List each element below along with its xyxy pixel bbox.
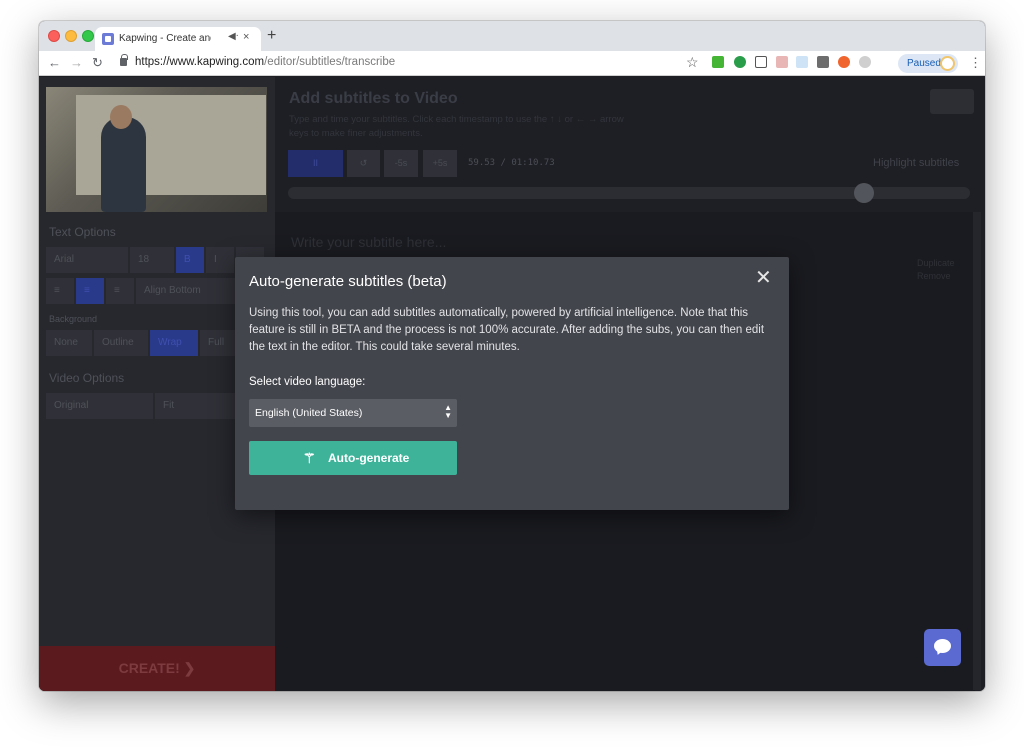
text-options-heading: Text Options <box>49 225 116 239</box>
auto-generate-modal: Auto-generate subtitles (beta) ✕ Using t… <box>235 257 789 510</box>
subtitle-input[interactable]: Write your subtitle here... <box>291 234 446 250</box>
new-tab-button[interactable]: + <box>267 27 276 45</box>
speaker-icon[interactable]: ◀ᐧ <box>228 31 238 42</box>
close-window-button[interactable] <box>48 30 60 42</box>
chat-bubble-icon <box>934 639 951 653</box>
kapwing-favicon-icon <box>102 33 114 45</box>
tab-close-button[interactable]: × <box>243 31 249 43</box>
font-size-select[interactable]: 18 <box>130 247 174 273</box>
font-select[interactable]: Arial <box>46 247 128 273</box>
address-bar[interactable]: https://www.kapwing.com/editor/subtitles… <box>135 56 395 68</box>
align-left-icon[interactable]: ≡ <box>46 278 74 304</box>
remove-link[interactable]: Remove <box>917 270 955 283</box>
minimize-window-button[interactable] <box>65 30 77 42</box>
profile-paused-button[interactable]: Paused <box>898 54 958 73</box>
evernote-icon[interactable] <box>734 56 746 68</box>
scrollbar[interactable] <box>973 212 981 690</box>
person-image <box>101 117 146 212</box>
plus-5s-button[interactable]: +5s <box>423 150 457 177</box>
address-toolbar: ← → ↻ https://www.kapwing.com/editor/sub… <box>39 51 985 76</box>
paused-label: Paused <box>907 58 941 69</box>
time-total: / 01:10.73 <box>495 158 555 168</box>
extension-icon[interactable] <box>776 56 788 68</box>
auto-generate-label: Auto-generate <box>328 451 410 465</box>
highlight-subtitles-toggle[interactable]: Highlight subtitles <box>873 157 959 169</box>
bg-outline-button[interactable]: Outline <box>94 330 148 356</box>
extension-icon[interactable] <box>838 56 850 68</box>
url-host: https://www.kapwing.com <box>135 56 265 68</box>
reload-icon[interactable]: ↻ <box>92 55 103 71</box>
page-description: Type and time your subtitles. Click each… <box>289 114 624 139</box>
pocket-icon[interactable] <box>755 56 767 68</box>
subtitle-actions: Duplicate Remove <box>917 257 955 283</box>
video-fit-select[interactable]: Fit <box>155 393 238 419</box>
background-heading: Background <box>49 314 98 324</box>
close-icon[interactable]: ✕ <box>755 268 772 288</box>
select-arrows-icon: ▲ ▼ <box>444 403 452 420</box>
scrubber-handle[interactable] <box>854 183 874 203</box>
browser-window: Kapwing - Create and Edit ◀ᐧ × + ← → ↻ h… <box>39 21 985 691</box>
bold-button[interactable]: B <box>176 247 204 273</box>
language-select[interactable]: English (United States) ▲ ▼ <box>249 399 457 427</box>
language-value: English (United States) <box>255 407 363 419</box>
extension-icon[interactable] <box>712 56 724 68</box>
video-options-heading: Video Options <box>49 371 125 385</box>
zoom-window-button[interactable] <box>82 30 94 42</box>
chat-button[interactable] <box>924 629 961 666</box>
url-path: /editor/subtitles/transcribe <box>264 56 396 68</box>
video-preview[interactable] <box>46 87 267 212</box>
align-center-icon[interactable]: ≡ <box>76 278 104 304</box>
rewind-icon[interactable]: ↺ <box>347 150 380 177</box>
tab-title: Kapwing - Create and Edit <box>119 33 211 44</box>
minus-5s-button[interactable]: -5s <box>384 150 418 177</box>
browser-menu-icon[interactable]: ⋮ <box>969 55 982 71</box>
magic-wand-icon: ⚚ <box>303 450 316 466</box>
time-current: 59.53 <box>468 158 496 168</box>
forward-arrow-icon[interactable]: → <box>70 55 83 70</box>
back-arrow-icon[interactable]: ← <box>48 55 61 70</box>
avatar <box>940 56 955 71</box>
bookmark-star-icon[interactable]: ☆ <box>686 54 699 71</box>
auto-generate-button[interactable]: ⚚ Auto-generate <box>249 441 457 475</box>
video-size-select[interactable]: Original <box>46 393 153 419</box>
bg-none-button[interactable]: None <box>46 330 92 356</box>
bg-wrap-button[interactable]: Wrap <box>150 330 198 356</box>
folder-icon[interactable] <box>930 89 974 114</box>
page-title: Add subtitles to Video <box>289 90 458 107</box>
person-head-image <box>110 105 132 129</box>
align-right-icon[interactable]: ≡ <box>106 278 134 304</box>
modal-title: Auto-generate subtitles (beta) <box>249 273 447 290</box>
kapwing-editor: Text Options Arial 18 B I ≡ ≡ ≡ Align Bo… <box>39 77 985 691</box>
extension-icon[interactable] <box>817 56 829 68</box>
modal-description: Using this tool, you can add subtitles a… <box>249 307 765 353</box>
align-bottom-select[interactable]: Align Bottom <box>136 278 236 304</box>
timecode: 59.53 / 01:10.73 <box>468 158 555 168</box>
lock-icon[interactable] <box>120 54 128 66</box>
create-button[interactable]: CREATE! ❯ <box>39 646 275 691</box>
extension-icon[interactable] <box>859 56 871 68</box>
title-bar: Kapwing - Create and Edit ◀ᐧ × + <box>39 21 985 51</box>
browser-tab[interactable]: Kapwing - Create and Edit ◀ᐧ × <box>95 27 261 51</box>
duplicate-link[interactable]: Duplicate <box>917 257 955 270</box>
italic-button[interactable]: I <box>206 247 234 273</box>
play-pause-button[interactable]: II <box>288 150 343 177</box>
language-label: Select video language: <box>249 376 366 388</box>
cast-icon[interactable] <box>796 56 808 68</box>
